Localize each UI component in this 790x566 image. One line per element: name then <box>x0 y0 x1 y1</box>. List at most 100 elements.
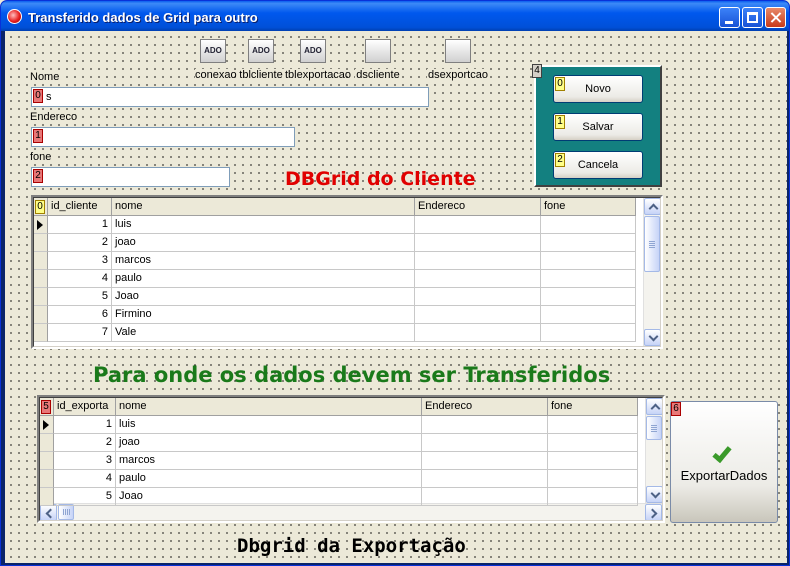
scroll-left-button[interactable] <box>40 504 57 520</box>
scroll-down-button[interactable] <box>646 486 662 503</box>
table-cell[interactable] <box>415 216 541 234</box>
table-cell[interactable] <box>541 252 636 270</box>
column-header[interactable]: id_cliente <box>48 198 112 216</box>
title-bar[interactable]: Transferido dados de Grid para outro <box>1 1 789 31</box>
table-cell[interactable] <box>422 434 548 452</box>
app-icon[interactable] <box>7 9 22 24</box>
component-dsexportcao[interactable]: dsexportcao <box>427 39 489 81</box>
row-indicator[interactable] <box>34 288 48 306</box>
table-cell[interactable]: 1 <box>54 416 116 434</box>
table-cell[interactable]: Joao <box>112 288 415 306</box>
scroll-thumb[interactable] <box>644 216 660 272</box>
row-indicator[interactable] <box>40 416 54 434</box>
row-indicator[interactable] <box>34 324 48 342</box>
table-cell[interactable] <box>415 252 541 270</box>
table-cell[interactable]: 2 <box>54 434 116 452</box>
column-header[interactable]: Endereco <box>415 198 541 216</box>
table-cell[interactable] <box>548 452 638 470</box>
cliente-grid-vscroll[interactable] <box>643 198 660 346</box>
cancela-button[interactable]: 2 Cancela <box>553 151 643 179</box>
table-cell[interactable]: marcos <box>116 452 422 470</box>
novo-button[interactable]: 0 Novo <box>553 75 643 103</box>
table-cell[interactable] <box>548 470 638 488</box>
scroll-down-button[interactable] <box>644 329 660 346</box>
salvar-button[interactable]: 1 Salvar <box>553 113 643 141</box>
table-cell[interactable] <box>548 416 638 434</box>
column-header[interactable]: id_exporta <box>54 398 116 416</box>
scroll-thumb[interactable] <box>646 416 662 440</box>
cliente-dbgrid[interactable]: 0 id_cliente nome Endereco fone 1 luis 2 jo… <box>31 195 663 349</box>
table-cell[interactable]: luis <box>116 416 422 434</box>
table-cell[interactable] <box>415 234 541 252</box>
table-cell[interactable] <box>548 488 638 506</box>
column-header[interactable]: fone <box>541 198 636 216</box>
table-cell[interactable] <box>415 324 541 342</box>
table-cell[interactable]: marcos <box>112 252 415 270</box>
row-indicator[interactable] <box>34 270 48 288</box>
table-cell[interactable] <box>422 416 548 434</box>
table-cell[interactable]: 2 <box>48 234 112 252</box>
window-title: Transferido dados de Grid para outro <box>28 10 258 25</box>
row-indicator[interactable] <box>40 452 54 470</box>
table-cell[interactable] <box>541 324 636 342</box>
endereco-field[interactable]: 1 <box>31 127 295 147</box>
column-header[interactable]: fone <box>548 398 638 416</box>
scroll-up-button[interactable] <box>646 398 662 415</box>
component-tblexportacao[interactable]: ADO tblexportacao <box>285 39 351 81</box>
row-indicator[interactable] <box>34 306 48 324</box>
table-cell[interactable]: luis <box>112 216 415 234</box>
component-tblcliente[interactable]: ADO tblcliente <box>237 39 285 81</box>
table-cell[interactable]: 5 <box>54 488 116 506</box>
scroll-thumb[interactable] <box>58 504 74 520</box>
table-cell[interactable] <box>548 434 638 452</box>
table-cell[interactable]: 4 <box>48 270 112 288</box>
table-cell[interactable] <box>541 306 636 324</box>
exportacao-dbgrid[interactable]: 5 id_exporta nome Endereco fone 1 luis 2 jo… <box>37 395 665 523</box>
exportar-dados-button[interactable]: 6 ExportarDados <box>670 401 778 523</box>
table-cell[interactable] <box>415 288 541 306</box>
table-cell[interactable]: joao <box>112 234 415 252</box>
table-cell[interactable]: joao <box>116 434 422 452</box>
cancela-button-label: Cancela <box>577 159 619 171</box>
column-header[interactable]: nome <box>112 198 415 216</box>
table-cell[interactable] <box>541 270 636 288</box>
nome-field[interactable]: 0 s <box>31 87 429 107</box>
row-indicator[interactable] <box>40 434 54 452</box>
table-cell[interactable]: Firmino <box>112 306 415 324</box>
table-cell[interactable]: paulo <box>116 470 422 488</box>
table-cell[interactable]: 3 <box>54 452 116 470</box>
column-header[interactable]: Endereco <box>422 398 548 416</box>
table-cell[interactable] <box>422 452 548 470</box>
table-cell[interactable]: 7 <box>48 324 112 342</box>
scroll-up-button[interactable] <box>644 198 660 215</box>
table-cell[interactable]: Joao <box>116 488 422 506</box>
maximize-button[interactable] <box>742 7 763 28</box>
table-cell[interactable]: paulo <box>112 270 415 288</box>
table-cell[interactable]: 5 <box>48 288 112 306</box>
row-indicator[interactable] <box>40 488 54 506</box>
table-cell[interactable] <box>541 216 636 234</box>
table-cell[interactable]: 3 <box>48 252 112 270</box>
table-cell[interactable] <box>415 306 541 324</box>
exportacao-grid-vscroll[interactable] <box>645 398 662 503</box>
table-cell[interactable] <box>541 288 636 306</box>
row-indicator[interactable] <box>34 252 48 270</box>
scroll-right-button[interactable] <box>645 504 662 520</box>
row-indicator[interactable] <box>40 470 54 488</box>
table-cell[interactable]: 6 <box>48 306 112 324</box>
row-indicator[interactable] <box>34 234 48 252</box>
component-conexao[interactable]: ADO conexao <box>195 39 237 81</box>
table-cell[interactable] <box>415 270 541 288</box>
row-indicator[interactable] <box>34 216 48 234</box>
table-cell[interactable]: 4 <box>54 470 116 488</box>
fone-field[interactable]: 2 <box>31 167 230 187</box>
close-button[interactable] <box>765 7 786 28</box>
minimize-button[interactable] <box>719 7 740 28</box>
table-cell[interactable] <box>422 470 548 488</box>
table-cell[interactable]: Vale <box>112 324 415 342</box>
table-cell[interactable] <box>541 234 636 252</box>
table-cell[interactable]: 1 <box>48 216 112 234</box>
column-header[interactable]: nome <box>116 398 422 416</box>
component-dscliente[interactable]: dscliente <box>355 39 401 81</box>
table-cell[interactable] <box>422 488 548 506</box>
